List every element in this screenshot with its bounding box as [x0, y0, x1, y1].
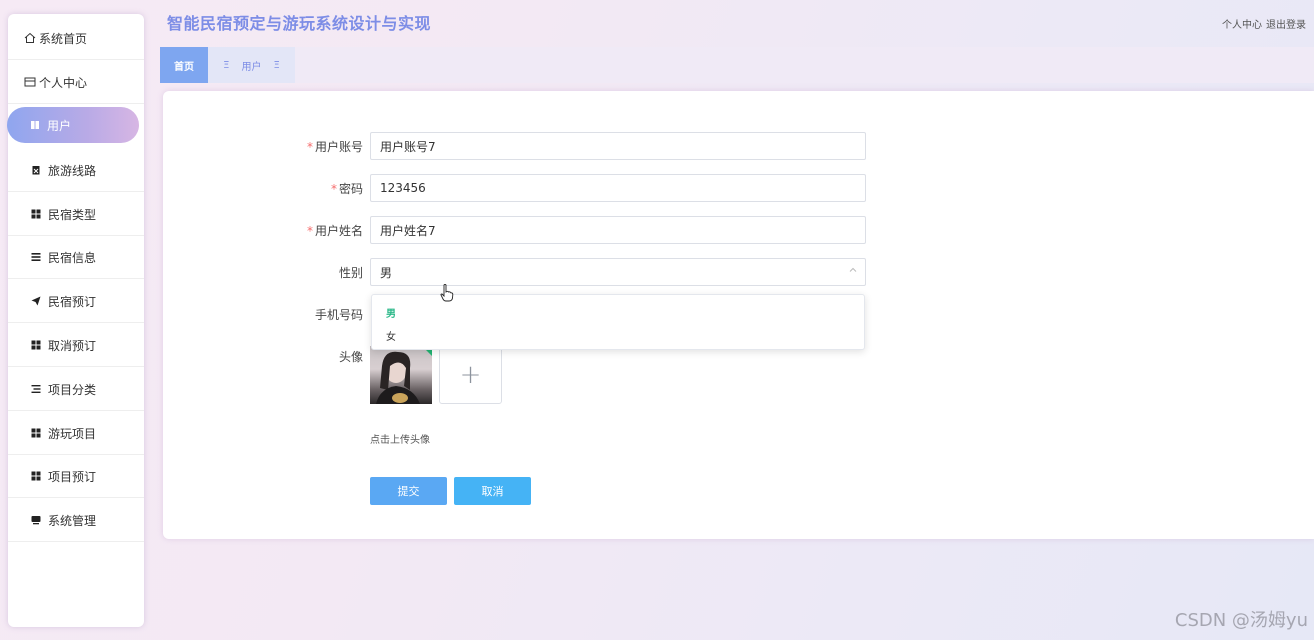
list-icon [28, 249, 44, 265]
sidebar: 系统首页 个人中心 用户 旅游线路 民宿类型 民宿信息 民宿预订 取消预订 项目… [7, 14, 144, 627]
sidebar-item-label: 系统管理 [48, 513, 97, 528]
sidebar-item-label: 个人中心 [39, 75, 88, 90]
avatar-upload-button[interactable]: + [439, 346, 502, 404]
sidebar-item-label: 游玩项目 [48, 426, 97, 441]
sidebar-item-label: 民宿预订 [48, 294, 97, 309]
tab-label: 用户 [241, 61, 262, 73]
gender-option-male[interactable]: 男 [386, 305, 396, 320]
sidebar-item-label: 取消预订 [48, 338, 97, 353]
send-icon [28, 293, 44, 309]
tab-user[interactable]: Ξ 用户 Ξ [208, 47, 295, 83]
sidebar-item-play-projects[interactable]: 游玩项目 [8, 412, 144, 455]
header-links: 个人中心 退出登录 [1222, 16, 1306, 31]
hand-pointer-icon [440, 284, 454, 305]
sidebar-item-label: 项目预订 [48, 469, 97, 484]
gender-option-female[interactable]: 女 [386, 328, 396, 343]
grid-icon [28, 337, 44, 353]
sidebar-item-home[interactable]: 系统首页 [8, 17, 144, 60]
app-title: 智能民宿预定与游玩系统设计与实现 [167, 14, 432, 33]
watermark: CSDN @汤姆yu [1174, 610, 1308, 631]
phone-label: 手机号码 [314, 307, 363, 322]
sidebar-item-label: 民宿信息 [48, 250, 97, 265]
home-icon [22, 30, 38, 46]
card-icon [22, 74, 38, 90]
sidebar-item-label: 民宿类型 [48, 207, 97, 222]
sidebar-item-label: 旅游线路 [48, 163, 97, 178]
gender-select[interactable]: 男 [370, 258, 866, 286]
password-label: * 密码 [330, 181, 363, 196]
sidebar-item-routes[interactable]: 旅游线路 [8, 149, 144, 192]
chevron-up-icon [849, 266, 857, 277]
list-icon [28, 381, 44, 397]
clipboard-icon [28, 162, 44, 178]
sidebar-item-system-management[interactable]: 系统管理 [8, 499, 144, 542]
sidebar-item-profile[interactable]: 个人中心 [8, 61, 144, 104]
tab-home[interactable]: 首页 [160, 47, 208, 83]
required-mark: * [306, 223, 313, 238]
profile-link[interactable]: 个人中心 [1222, 16, 1262, 31]
logout-link[interactable]: 退出登录 [1266, 16, 1306, 31]
submit-button[interactable]: 提交 [370, 477, 447, 505]
sidebar-item-cancel-booking[interactable]: 取消预订 [8, 324, 144, 367]
grid-icon [28, 425, 44, 441]
avatar-label: 头像 [338, 349, 363, 364]
sidebar-item-project-category[interactable]: 项目分类 [8, 368, 144, 411]
grid-icon [27, 117, 43, 133]
form-panel: * 用户账号 用户账号7 * 密码 123456 * 用户姓名 用户姓名7 性别 男 … [163, 91, 1314, 539]
sidebar-item-label: 项目分类 [48, 382, 97, 397]
required-mark: * [306, 139, 313, 154]
sidebar-item-label: 用户 [47, 118, 72, 133]
cancel-button[interactable]: 取消 [454, 477, 531, 505]
sidebar-item-user[interactable]: 用户 [7, 107, 139, 143]
tab-prefix-icon: Ξ [223, 59, 230, 71]
name-label: * 用户姓名 [306, 223, 363, 238]
grid-icon [28, 206, 44, 222]
monitor-icon [28, 512, 44, 528]
sidebar-item-homestay-info[interactable]: 民宿信息 [8, 236, 144, 279]
name-input[interactable]: 用户姓名7 [370, 216, 866, 244]
account-label: * 用户账号 [306, 139, 363, 154]
gender-value: 男 [380, 265, 393, 280]
sidebar-item-homestay-types[interactable]: 民宿类型 [8, 193, 144, 236]
avatar-image[interactable] [370, 346, 432, 404]
password-input[interactable]: 123456 [370, 174, 866, 202]
gender-label: 性别 [338, 265, 363, 280]
sidebar-item-homestay-booking[interactable]: 民宿预订 [8, 280, 144, 323]
grid-icon [28, 468, 44, 484]
account-input[interactable]: 用户账号7 [370, 132, 866, 160]
required-mark: * [330, 181, 337, 196]
avatar-upload-hint: 点击上传头像 [370, 435, 430, 446]
tab-close-icon[interactable]: Ξ [274, 60, 280, 71]
sidebar-item-project-booking[interactable]: 项目预订 [8, 455, 144, 498]
tab-bar: 首页 Ξ 用户 Ξ [160, 47, 1314, 83]
sidebar-item-label: 系统首页 [39, 31, 88, 46]
